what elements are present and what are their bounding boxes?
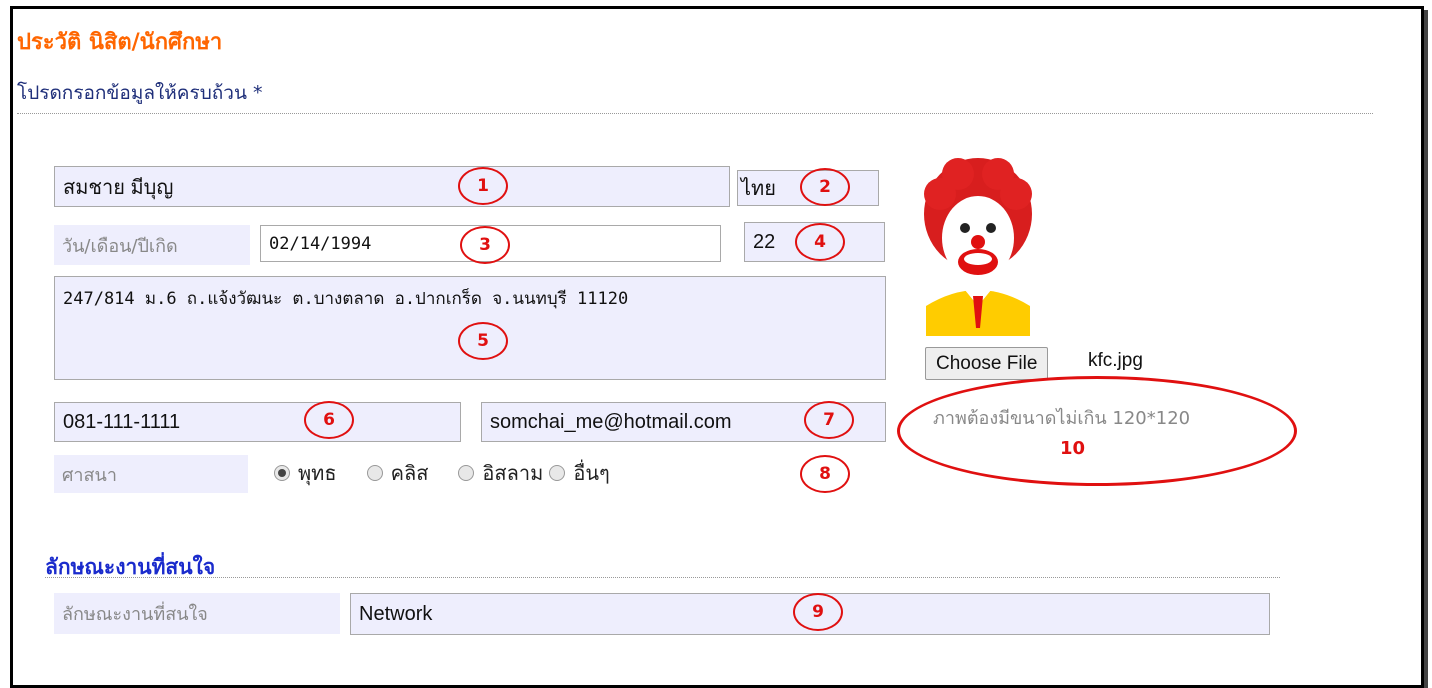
annotation-marker: 3	[460, 226, 510, 264]
annotation-marker: 7	[804, 401, 854, 439]
phone-input[interactable]: 081-111-1111	[54, 402, 461, 442]
religion-radio-group: พุทธ คลิส อิสลาม อื่นๆ	[274, 457, 640, 489]
radio-selected-icon[interactable]	[274, 465, 290, 481]
annotation-marker: 9	[793, 593, 843, 631]
radio-label: อื่นๆ	[573, 461, 610, 485]
divider	[45, 577, 1280, 578]
file-name-text: kfc.jpg	[1088, 350, 1143, 371]
annotation-marker: 8	[800, 455, 850, 493]
jobs-section-title: ลักษณะงานที่สนใจ	[45, 555, 216, 579]
annotation-marker: 5	[458, 322, 508, 360]
radio-icon[interactable]	[366, 465, 383, 481]
annotation-marker: 1	[458, 167, 508, 205]
radio-label: พุทธ	[298, 461, 337, 485]
annotation-marker: 6	[304, 401, 354, 439]
religion-option-buddhist[interactable]: พุทธ	[274, 457, 337, 489]
jobs-label: ลักษณะงานที่สนใจ	[54, 593, 340, 634]
religion-option-christian[interactable]: คลิส	[366, 457, 429, 489]
page-title: ประวัติ นิสิต/นักศึกษา	[17, 30, 223, 55]
full-name-input[interactable]: สมชาย มีบุญ	[54, 166, 730, 207]
divider	[17, 113, 1373, 114]
profile-photo	[924, 158, 1032, 336]
dob-label: วัน/เดือน/ปีเกิด	[54, 225, 250, 265]
radio-icon[interactable]	[549, 465, 566, 481]
annotation-marker: 4	[795, 223, 845, 261]
instruction-text: โปรดกรอกข้อมูลให้ครบถ้วน *	[17, 82, 263, 104]
radio-icon[interactable]	[458, 465, 475, 481]
radio-label: อิสลาม	[482, 461, 544, 485]
annotation-marker: 2	[800, 168, 850, 206]
religion-option-islam[interactable]: อิสลาม	[458, 457, 543, 489]
annotation-number: 10	[1060, 438, 1086, 459]
radio-label: คลิส	[390, 461, 429, 485]
photo-size-note: ภาพต้องมีขนาดไม่เกิน 120*120	[933, 408, 1191, 429]
choose-file-button[interactable]: Choose File	[925, 347, 1049, 380]
religion-option-other[interactable]: อื่นๆ	[549, 457, 610, 489]
religion-label: ศาสนา	[54, 455, 248, 493]
